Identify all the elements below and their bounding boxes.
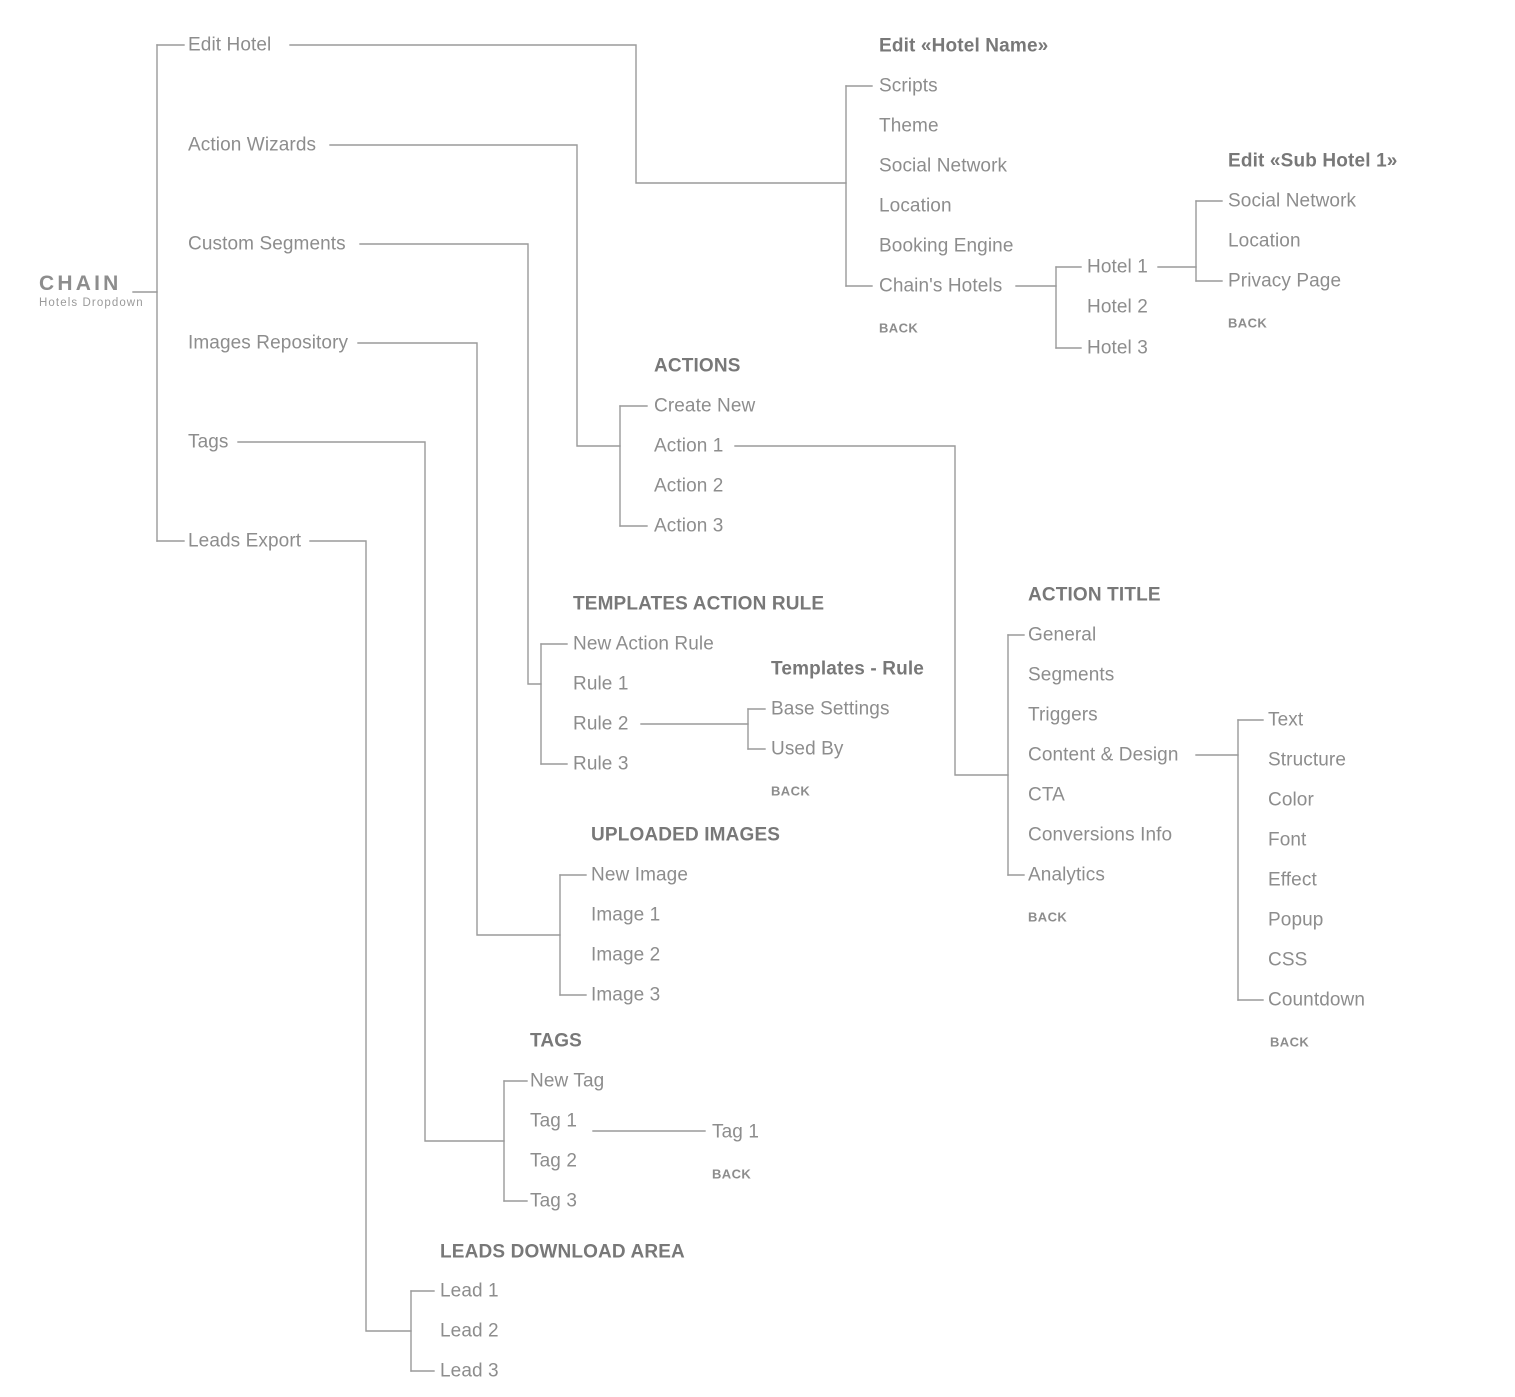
menu-item-new-image[interactable]: New Image	[591, 866, 688, 885]
menu-item-image-1[interactable]: Image 1	[591, 906, 660, 925]
menu-item-sub-privacy-page[interactable]: Privacy Page	[1228, 272, 1341, 291]
back-link-tag-detail[interactable]: BACK	[712, 1168, 751, 1181]
menu-item-content-design[interactable]: Content & Design	[1028, 746, 1179, 765]
group-title-edit-hotel-name: Edit «Hotel Name»	[879, 35, 1049, 57]
menu-item-sub-social-network[interactable]: Social Network	[1228, 192, 1356, 211]
menu-item-booking-engine[interactable]: Booking Engine	[879, 237, 1014, 256]
menu-item-conversions-info[interactable]: Conversions Info	[1028, 826, 1172, 845]
menu-item-lead-1[interactable]: Lead 1	[440, 1282, 499, 1301]
menu-item-action-1[interactable]: Action 1	[654, 437, 723, 456]
back-link-edit-sub-hotel[interactable]: BACK	[1228, 317, 1267, 330]
menu-item-hotel-1[interactable]: Hotel 1	[1087, 258, 1148, 277]
back-link-action-title[interactable]: BACK	[1028, 911, 1067, 924]
menu-item-hotel-2[interactable]: Hotel 2	[1087, 298, 1148, 317]
group-title-action-title: ACTION TITLE	[1028, 584, 1161, 606]
menu-item-lead-2[interactable]: Lead 2	[440, 1322, 499, 1341]
menu-item-location[interactable]: Location	[879, 197, 952, 216]
menu-item-new-action-rule[interactable]: New Action Rule	[573, 635, 714, 654]
menu-item-countdown[interactable]: Countdown	[1268, 991, 1365, 1010]
menu-item-image-2[interactable]: Image 2	[591, 946, 660, 965]
group-title-edit-sub-hotel: Edit «Sub Hotel 1»	[1228, 150, 1398, 172]
menu-item-base-settings[interactable]: Base Settings	[771, 700, 890, 719]
sitemap-canvas: CHAIN Hotels Dropdown Edit Hotel Action …	[0, 0, 1515, 1397]
menu-item-segments[interactable]: Segments	[1028, 666, 1114, 685]
menu-item-triggers[interactable]: Triggers	[1028, 706, 1098, 725]
menu-item-rule-1[interactable]: Rule 1	[573, 675, 629, 694]
menu-item-rule-2[interactable]: Rule 2	[573, 715, 629, 734]
menu-item-tag-3[interactable]: Tag 3	[530, 1192, 577, 1211]
group-title-leads-download-area: LEADS DOWNLOAD AREA	[440, 1241, 685, 1263]
menu-item-lead-3[interactable]: Lead 3	[440, 1362, 499, 1381]
menu-item-social-network[interactable]: Social Network	[879, 157, 1007, 176]
menu-item-used-by[interactable]: Used By	[771, 740, 844, 759]
group-title-templates-rule: Templates - Rule	[771, 658, 925, 680]
menu-item-hotel-3[interactable]: Hotel 3	[1087, 339, 1148, 358]
nav-item-custom-segments[interactable]: Custom Segments	[188, 235, 346, 254]
nav-item-action-wizards[interactable]: Action Wizards	[188, 136, 316, 155]
back-link-templates-rule[interactable]: BACK	[771, 785, 810, 798]
menu-item-image-3[interactable]: Image 3	[591, 986, 660, 1005]
menu-item-tag-detail[interactable]: Tag 1	[712, 1123, 759, 1142]
menu-item-color[interactable]: Color	[1268, 791, 1314, 810]
root-subtitle: Hotels Dropdown	[39, 296, 144, 309]
menu-item-action-2[interactable]: Action 2	[654, 477, 723, 496]
group-title-tags: TAGS	[530, 1030, 582, 1052]
group-title-actions: ACTIONS	[654, 355, 741, 377]
back-link-content-design[interactable]: BACK	[1270, 1036, 1309, 1049]
nav-item-leads-export[interactable]: Leads Export	[188, 532, 301, 551]
menu-item-tag-2[interactable]: Tag 2	[530, 1152, 577, 1171]
menu-item-new-tag[interactable]: New Tag	[530, 1072, 604, 1091]
group-title-templates-action-rule: TEMPLATES ACTION RULE	[573, 593, 825, 615]
menu-item-text[interactable]: Text	[1268, 711, 1303, 730]
menu-item-structure[interactable]: Structure	[1268, 751, 1346, 770]
menu-item-chains-hotels[interactable]: Chain's Hotels	[879, 277, 1002, 296]
menu-item-general[interactable]: General	[1028, 626, 1096, 645]
back-link-edit-hotel-name[interactable]: BACK	[879, 322, 918, 335]
menu-item-font[interactable]: Font	[1268, 831, 1306, 850]
menu-item-theme[interactable]: Theme	[879, 117, 939, 136]
menu-item-action-3[interactable]: Action 3	[654, 517, 723, 536]
menu-item-rule-3[interactable]: Rule 3	[573, 755, 629, 774]
nav-item-edit-hotel[interactable]: Edit Hotel	[188, 36, 271, 55]
menu-item-tag-1[interactable]: Tag 1	[530, 1112, 577, 1131]
menu-item-scripts[interactable]: Scripts	[879, 77, 938, 96]
group-title-uploaded-images: UPLOADED IMAGES	[591, 824, 781, 846]
menu-item-effect[interactable]: Effect	[1268, 871, 1317, 890]
nav-item-images-repository[interactable]: Images Repository	[188, 334, 348, 353]
menu-item-cta[interactable]: CTA	[1028, 786, 1065, 805]
menu-item-create-new[interactable]: Create New	[654, 397, 755, 416]
root-title: CHAIN	[39, 271, 122, 295]
menu-item-analytics[interactable]: Analytics	[1028, 866, 1105, 885]
menu-item-popup[interactable]: Popup	[1268, 911, 1323, 930]
root-node[interactable]: CHAIN Hotels Dropdown	[39, 271, 144, 311]
nav-item-tags[interactable]: Tags	[188, 433, 229, 452]
menu-item-sub-location[interactable]: Location	[1228, 232, 1301, 251]
menu-item-css[interactable]: CSS	[1268, 951, 1307, 970]
